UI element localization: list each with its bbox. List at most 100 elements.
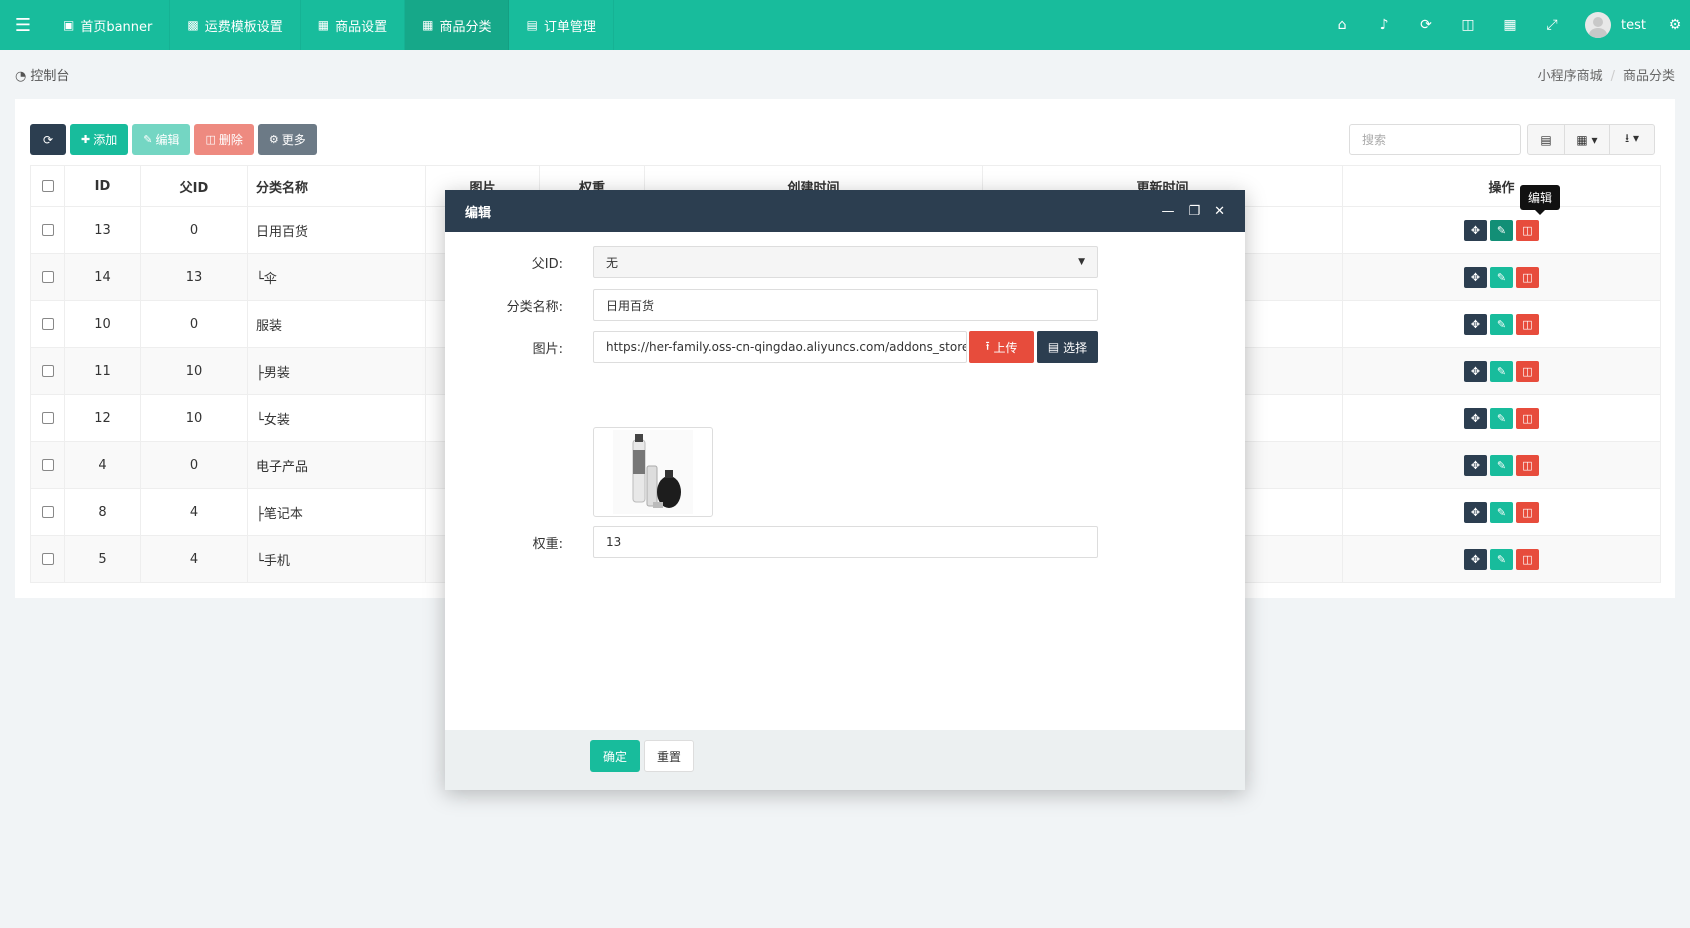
- drag-button[interactable]: ✥: [1464, 501, 1487, 523]
- pencil-icon: ✎: [143, 133, 153, 146]
- weight-label: 权重:: [532, 536, 563, 552]
- console-link[interactable]: ◔ 控制台: [15, 65, 69, 84]
- columns-icon: ▦ ▾: [1576, 132, 1598, 147]
- header-name[interactable]: 分类名称: [247, 165, 426, 207]
- bell-icon[interactable]: ♪: [1363, 0, 1405, 50]
- cell-actions: ✥ ✎ ◫: [1342, 300, 1661, 348]
- reset-button[interactable]: 重置: [644, 740, 694, 772]
- name-label: 分类名称:: [506, 299, 563, 315]
- modal-title: 编辑: [465, 205, 492, 221]
- nav-item-freight[interactable]: ▩ 运费模板设置: [170, 0, 301, 50]
- row-edit-button[interactable]: ✎: [1490, 219, 1513, 241]
- trash-icon: ◫: [1522, 411, 1533, 425]
- row-delete-button[interactable]: ◫: [1516, 407, 1539, 429]
- edit-button[interactable]: ✎ 编辑: [132, 124, 191, 155]
- row-checkbox[interactable]: [41, 318, 54, 330]
- maximize-icon[interactable]: ❐: [1188, 204, 1200, 219]
- choose-button[interactable]: ▤ 选择: [1037, 331, 1098, 363]
- user-menu[interactable]: test: [1573, 12, 1660, 38]
- pid-select[interactable]: 无 ▼: [593, 246, 1098, 278]
- row-actions: ✥ ✎ ◫: [1343, 219, 1660, 241]
- more-button[interactable]: ⚙ 更多: [257, 124, 317, 155]
- breadcrumb-item-mall[interactable]: 小程序商城: [1538, 69, 1603, 84]
- add-button[interactable]: ✚ 添加: [70, 124, 129, 155]
- breadcrumb-row: ◔ 控制台 小程序商城 / 商品分类: [0, 50, 1690, 98]
- cell-name: ├男装: [247, 347, 426, 395]
- drag-button[interactable]: ✥: [1464, 219, 1487, 241]
- drag-button[interactable]: ✥: [1464, 407, 1487, 429]
- breadcrumb-separator: /: [1610, 68, 1615, 84]
- refresh-icon: ⟳: [42, 132, 54, 147]
- confirm-button[interactable]: 确定: [590, 740, 640, 772]
- drag-button[interactable]: ✥: [1464, 548, 1487, 570]
- row-edit-button[interactable]: ✎: [1490, 360, 1513, 382]
- row-delete-button[interactable]: ◫: [1516, 454, 1539, 476]
- close-icon[interactable]: ✕: [1214, 204, 1225, 219]
- row-checkbox[interactable]: [41, 506, 54, 518]
- image-preview[interactable]: [593, 427, 713, 517]
- arrows-icon: ✥: [1470, 411, 1481, 425]
- header-pid[interactable]: 父ID: [140, 165, 248, 207]
- header-id[interactable]: ID: [64, 165, 141, 207]
- cell-actions: ✥ ✎ ◫: [1342, 441, 1661, 489]
- image-url-input[interactable]: https://her-family.oss-cn-qingdao.aliyun…: [593, 331, 967, 363]
- nav-item-orders[interactable]: ▤ 订单管理: [509, 0, 614, 50]
- row-actions: ✥ ✎ ◫: [1343, 313, 1660, 335]
- row-checkbox[interactable]: [41, 412, 54, 424]
- row-checkbox[interactable]: [41, 459, 54, 471]
- row-edit-button[interactable]: ✎: [1490, 548, 1513, 570]
- delete-button[interactable]: ◫ 删除: [194, 124, 254, 155]
- refresh-button[interactable]: ⟳: [30, 124, 66, 155]
- arrows-icon: ✥: [1470, 223, 1481, 237]
- refresh-icon[interactable]: ⟳: [1405, 0, 1447, 50]
- pencil-icon: ✎: [1496, 411, 1507, 425]
- truck-icon: ▩: [187, 18, 199, 32]
- menu-toggle-icon[interactable]: ☰: [0, 0, 46, 50]
- name-input[interactable]: 日用百货: [593, 289, 1098, 321]
- row-delete-button[interactable]: ◫: [1516, 548, 1539, 570]
- row-checkbox[interactable]: [41, 365, 54, 377]
- drag-button[interactable]: ✥: [1464, 454, 1487, 476]
- arrows-icon: ✥: [1470, 270, 1481, 284]
- row-checkbox[interactable]: [41, 271, 54, 283]
- gift-icon: ▦: [317, 18, 330, 32]
- drag-button[interactable]: ✥: [1464, 360, 1487, 382]
- cell-id: 11: [64, 347, 141, 395]
- drag-button[interactable]: ✥: [1464, 313, 1487, 335]
- nav-item-banner[interactable]: ▣ 首页banner: [46, 0, 171, 50]
- row-delete-button[interactable]: ◫: [1516, 360, 1539, 382]
- row-edit-button[interactable]: ✎: [1490, 266, 1513, 288]
- search-input[interactable]: 搜索: [1349, 124, 1521, 155]
- row-checkbox[interactable]: [41, 553, 54, 565]
- minimize-icon[interactable]: —: [1161, 204, 1174, 219]
- cell-name: └女装: [247, 394, 426, 442]
- row-delete-button[interactable]: ◫: [1516, 266, 1539, 288]
- weight-input[interactable]: 13: [593, 526, 1098, 558]
- row-edit-button[interactable]: ✎: [1490, 313, 1513, 335]
- row-edit-button[interactable]: ✎: [1490, 407, 1513, 429]
- row-select-cell: [30, 394, 65, 442]
- modal-footer: 确定 重置: [445, 730, 1245, 790]
- trash-icon[interactable]: ◫: [1447, 0, 1489, 50]
- home-icon[interactable]: ⌂: [1321, 0, 1363, 50]
- row-edit-button[interactable]: ✎: [1490, 454, 1513, 476]
- translate-icon[interactable]: ▦: [1489, 0, 1531, 50]
- row-delete-button[interactable]: ◫: [1516, 219, 1539, 241]
- nav-item-goods[interactable]: ▦ 商品设置: [301, 0, 406, 50]
- row-edit-button[interactable]: ✎: [1490, 501, 1513, 523]
- cogs-icon[interactable]: ⚙: [1660, 17, 1690, 33]
- grid-icon: ▦: [422, 18, 434, 32]
- row-checkbox[interactable]: [41, 224, 54, 236]
- modal-header: 编辑 — ❐ ✕: [445, 190, 1245, 232]
- row-delete-button[interactable]: ◫: [1516, 313, 1539, 335]
- fullscreen-icon[interactable]: ⤢: [1531, 0, 1573, 50]
- select-all-checkbox[interactable]: [41, 180, 54, 192]
- columns-button[interactable]: ▦ ▾: [1564, 124, 1610, 155]
- nav-item-category[interactable]: ▦ 商品分类: [405, 0, 510, 50]
- drag-button[interactable]: ✥: [1464, 266, 1487, 288]
- cell-name: ├笔记本: [247, 488, 426, 536]
- toggle-view-button[interactable]: ▤: [1527, 124, 1565, 155]
- export-button[interactable]: ⭳ ▾: [1609, 124, 1655, 155]
- row-delete-button[interactable]: ◫: [1516, 501, 1539, 523]
- upload-button[interactable]: ⭱ 上传: [969, 331, 1034, 363]
